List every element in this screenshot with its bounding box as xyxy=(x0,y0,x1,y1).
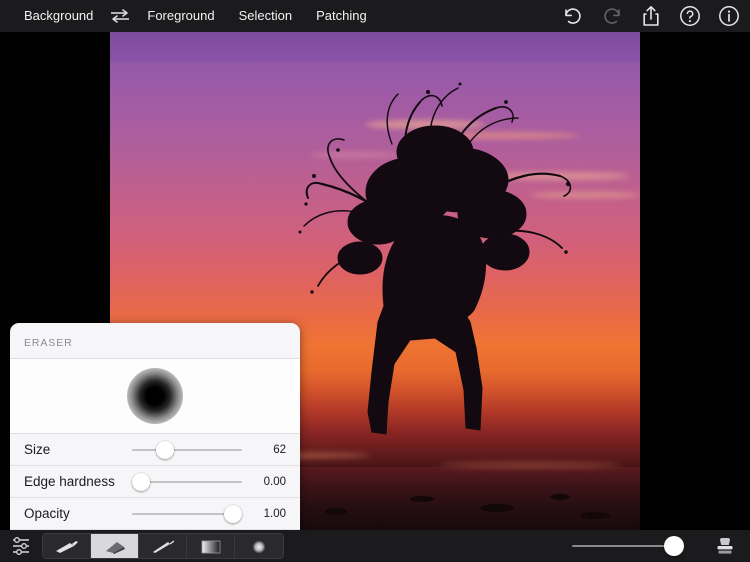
cloud-streak xyxy=(440,462,620,468)
edge-hardness-slider-knob[interactable] xyxy=(132,472,150,491)
eraser-tool[interactable] xyxy=(91,534,139,558)
foreground-rock xyxy=(580,512,610,519)
eraser-settings-popover: ERASER Size 62 Edge hardness 0.00 Opacit… xyxy=(10,323,300,562)
zoom-slider[interactable] xyxy=(572,536,684,556)
undo-icon[interactable] xyxy=(562,5,584,27)
redo-icon[interactable] xyxy=(601,5,623,27)
edge-hardness-value: 0.00 xyxy=(263,475,286,488)
foreground-rock xyxy=(550,494,570,500)
help-icon[interactable] xyxy=(679,5,701,27)
stamp-icon[interactable] xyxy=(714,535,736,557)
foreground-rock xyxy=(480,504,514,512)
opacity-row: Opacity 1.00 xyxy=(10,498,300,530)
share-icon[interactable] xyxy=(640,5,662,27)
foreground-rock xyxy=(325,508,347,515)
baobab-tree-silhouette xyxy=(260,72,590,442)
edge-hardness-row: Edge hardness 0.00 xyxy=(10,466,300,498)
top-toolbar: Background Foreground Selection Patching xyxy=(0,0,750,32)
opacity-value: 1.00 xyxy=(263,507,286,520)
swap-arrows-icon[interactable] xyxy=(107,7,133,25)
size-slider-track xyxy=(132,448,242,451)
opacity-label: Opacity xyxy=(24,506,70,521)
fine-brush-tool[interactable] xyxy=(139,534,187,558)
size-label: Size xyxy=(24,442,51,457)
brush-preview xyxy=(10,358,300,434)
popover-title: ERASER xyxy=(24,337,73,349)
selection-tab[interactable]: Selection xyxy=(227,0,304,32)
tool-group xyxy=(42,533,284,559)
gradient-tool[interactable] xyxy=(187,534,235,558)
brush-tool[interactable] xyxy=(43,534,91,558)
opacity-slider[interactable] xyxy=(132,504,242,524)
top-toolbar-actions xyxy=(562,0,740,32)
app-root: Background Foreground Selection Patching xyxy=(0,0,750,562)
bottom-toolbar xyxy=(0,530,750,562)
blur-tool[interactable] xyxy=(235,534,283,558)
patching-tab[interactable]: Patching xyxy=(304,0,379,32)
zoom-slider-knob[interactable] xyxy=(664,536,684,556)
opacity-slider-knob[interactable] xyxy=(224,504,242,523)
foreground-rock xyxy=(410,496,434,502)
size-row: Size 62 xyxy=(10,434,300,466)
info-icon[interactable] xyxy=(718,5,740,27)
soft-round-brush-preview xyxy=(127,368,183,424)
edge-hardness-slider[interactable] xyxy=(132,472,242,492)
size-slider[interactable] xyxy=(132,440,242,460)
sliders-icon[interactable] xyxy=(10,536,32,556)
background-tab[interactable]: Background xyxy=(12,0,105,32)
size-value: 62 xyxy=(273,443,286,456)
top-toolbar-tabs: Background Foreground Selection Patching xyxy=(0,0,379,32)
foreground-tab[interactable]: Foreground xyxy=(135,0,226,32)
sky-top-band xyxy=(110,32,640,62)
canvas-area[interactable]: ERASER Size 62 Edge hardness 0.00 Opacit… xyxy=(0,32,750,562)
size-slider-knob[interactable] xyxy=(156,440,175,459)
edge-hardness-label: Edge hardness xyxy=(24,474,115,489)
